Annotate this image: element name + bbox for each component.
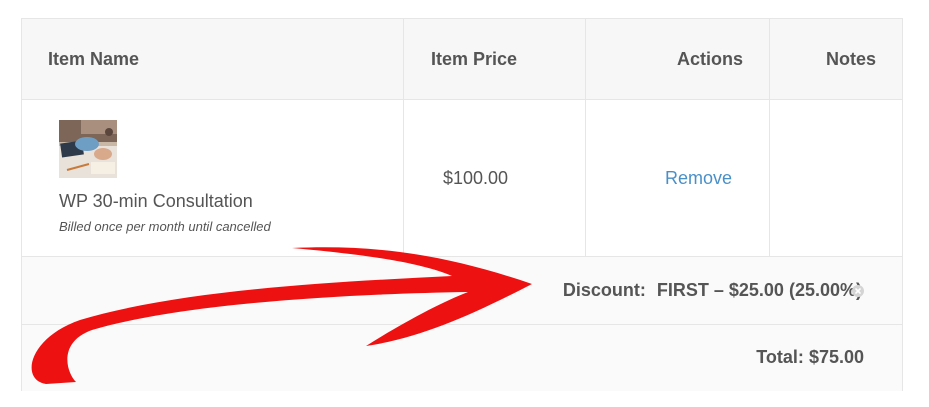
item-price-cell: $100.00 <box>404 100 586 256</box>
discount-row: Discount: FIRST – $25.00 (25.00%) <box>22 257 902 325</box>
cart-table: Item Name Item Price Actions Notes WP 30… <box>21 18 903 391</box>
discount-separator: – <box>713 280 724 300</box>
header-actions: Actions <box>676 49 743 69</box>
item-name: WP 30-min Consultation <box>59 191 253 211</box>
discount-label: Discount: <box>562 280 646 300</box>
order-total: Total: $75.00 <box>756 347 864 368</box>
billing-note: Billed once per month until cancelled <box>59 219 271 234</box>
remove-item-link[interactable]: Remove <box>607 168 790 189</box>
product-thumbnail <box>59 120 117 178</box>
discount-summary: Discount: FIRST – $25.00 (25.00%) <box>563 280 862 301</box>
header-item-name: Item Name <box>48 49 140 69</box>
total-row: Total: $75.00 <box>22 325 902 391</box>
table-row: WP 30-min Consultation Billed once per m… <box>22 100 902 257</box>
item-actions-cell: Remove <box>586 100 770 256</box>
item-name-cell: WP 30-min Consultation Billed once per m… <box>22 100 404 256</box>
header-cell-actions: Actions <box>586 19 770 99</box>
item-notes-cell <box>770 100 902 256</box>
table-header-row: Item Name Item Price Actions Notes <box>22 19 902 100</box>
header-cell-item-price: Item Price <box>404 19 586 99</box>
item-price: $100.00 <box>442 168 509 188</box>
header-item-price: Item Price <box>431 49 518 69</box>
circle-x-icon[interactable] <box>852 285 864 297</box>
discount-code: FIRST <box>656 280 709 300</box>
header-cell-notes: Notes <box>770 19 902 99</box>
discount-amount: $25.00 <box>728 280 784 300</box>
total-label: Total: <box>756 347 804 367</box>
header-cell-item-name: Item Name <box>22 19 404 99</box>
total-value: $75.00 <box>808 347 864 367</box>
header-notes: Notes <box>825 49 876 69</box>
